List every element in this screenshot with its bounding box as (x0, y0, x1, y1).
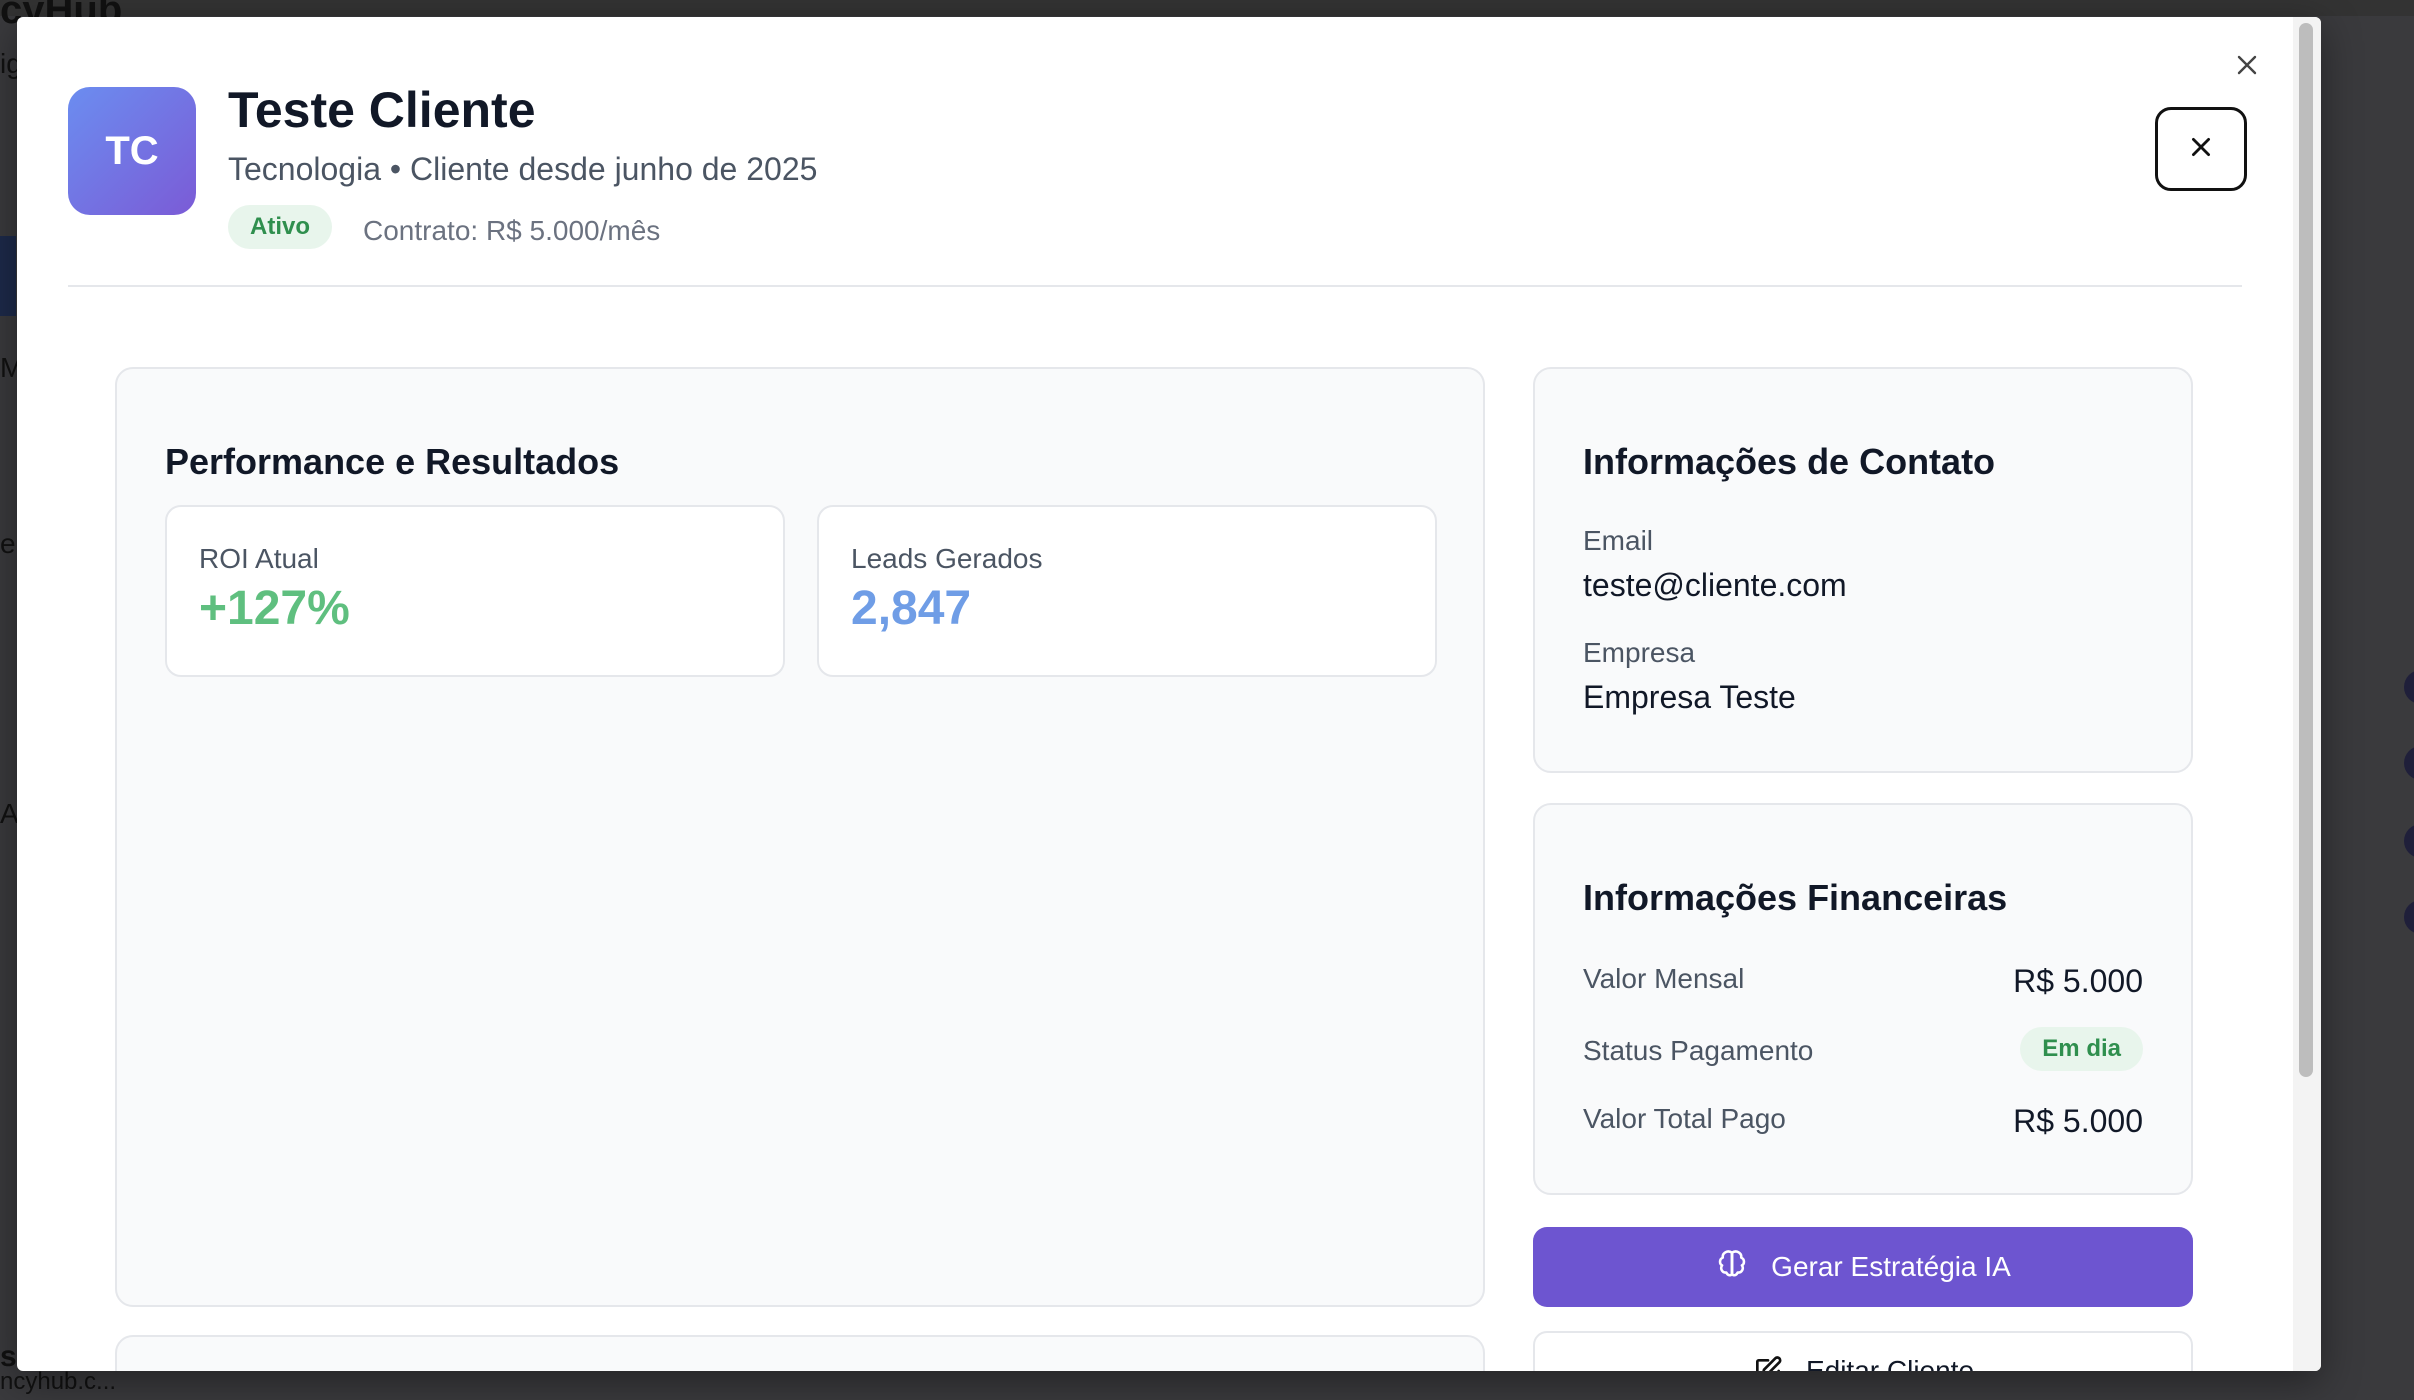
total-paid-value: R$ 5.000 (2013, 1103, 2143, 1139)
contract-value: Contrato: R$ 5.000/mês (363, 215, 661, 246)
client-details-modal: TC Teste Cliente Tecnologia • Cliente de… (17, 17, 2321, 1371)
monthly-value: R$ 5.000 (2013, 963, 2143, 999)
bg-sidebar-active (0, 236, 16, 316)
brain-icon (1715, 1247, 1749, 1288)
edit-client-button[interactable]: Editar Cliente (1533, 1331, 2193, 1371)
monthly-value-label: Valor Mensal (1583, 963, 1745, 994)
company-label: Empresa (1583, 637, 1696, 668)
modal-scrollbar[interactable] (2293, 17, 2321, 1371)
bg-avatar-dot (2404, 670, 2414, 704)
client-name: Teste Cliente (228, 82, 536, 138)
bg-url-fragment: ncyhub.c... (0, 1368, 117, 1395)
edit-client-label: Editar Cliente (1805, 1355, 1975, 1371)
performance-card: Performance e Resultados ROI Atual +127%… (115, 367, 1485, 1307)
contact-info-title: Informações de Contato (1583, 441, 1996, 482)
close-icon (2188, 134, 2214, 165)
financial-info-title: Informações Financeiras (1583, 877, 2008, 918)
status-badge: Ativo (228, 205, 332, 249)
secondary-card-partial (115, 1335, 1485, 1371)
bg-fragment: A (0, 798, 19, 829)
performance-title: Performance e Resultados (165, 441, 620, 482)
scrollbar-thumb[interactable] (2299, 23, 2313, 1077)
bg-avatar-dot (2404, 900, 2414, 934)
stat-label: Leads Gerados (851, 543, 1043, 574)
contact-info-card: Informações de Contato Email teste@clien… (1533, 367, 2193, 773)
stat-card-leads: Leads Gerados 2,847 (817, 505, 1437, 677)
financial-info-card: Informações Financeiras Valor Mensal R$ … (1533, 803, 2193, 1195)
email-value: teste@cliente.com (1583, 567, 1847, 603)
bg-fragment: e (0, 528, 16, 559)
stat-label: ROI Atual (199, 543, 319, 574)
payment-status-label: Status Pagamento (1583, 1035, 1814, 1066)
bg-topbar (0, 0, 2414, 16)
client-avatar: TC (68, 87, 196, 215)
header-close-button[interactable] (2155, 107, 2247, 191)
modal-close-button[interactable] (2227, 47, 2267, 87)
generate-strategy-label: Gerar Estratégia IA (1771, 1251, 2011, 1282)
edit-icon (1752, 1355, 1784, 1371)
client-subtitle: Tecnologia • Cliente desde junho de 2025 (228, 151, 818, 187)
payment-status-badge: Em dia (2020, 1027, 2143, 1071)
bg-avatar-dot (2404, 824, 2414, 858)
bg-avatar-dot (2404, 746, 2414, 780)
stat-value-leads: 2,847 (851, 582, 972, 635)
stat-value-roi: +127% (199, 582, 350, 635)
email-label: Email (1583, 525, 1654, 556)
company-value: Empresa Teste (1583, 679, 1796, 715)
total-paid-label: Valor Total Pago (1583, 1103, 1786, 1134)
header-divider (68, 285, 2242, 287)
close-icon (2235, 53, 2259, 82)
generate-strategy-button[interactable]: Gerar Estratégia IA (1533, 1227, 2193, 1307)
stat-card-roi: ROI Atual +127% (165, 505, 785, 677)
